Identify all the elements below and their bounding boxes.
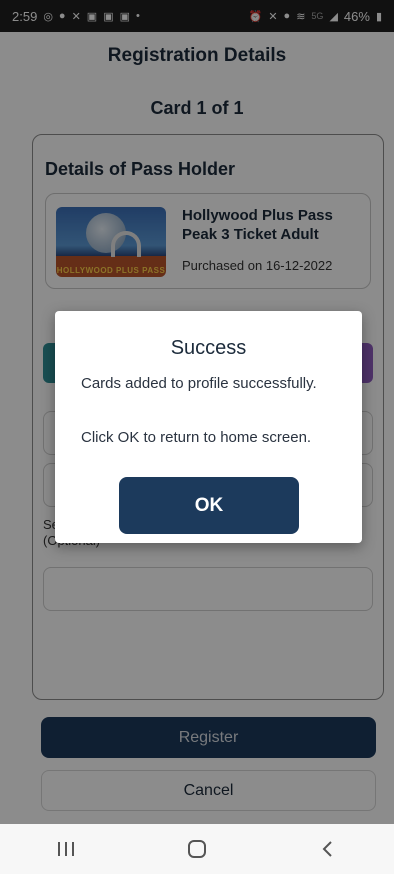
recent-apps-icon[interactable] xyxy=(36,829,96,869)
dialog-title: Success xyxy=(170,337,247,359)
home-icon[interactable] xyxy=(167,829,227,869)
system-nav-bar xyxy=(0,824,394,874)
ok-button[interactable]: OK xyxy=(119,477,299,534)
dialog-message: Cards added to profile successfully. xyxy=(81,375,317,392)
dialog-instruction: Click OK to return to home screen. xyxy=(81,429,312,446)
back-icon[interactable] xyxy=(298,829,358,869)
app-screen: 2:59 ◎ ● ✕ ▣ ▣ ▣ • ⏰ ✕ ● ≋ 5G ◢ 46% ▮ Re… xyxy=(0,0,394,824)
success-dialog: Success Cards added to profile successfu… xyxy=(55,311,362,543)
